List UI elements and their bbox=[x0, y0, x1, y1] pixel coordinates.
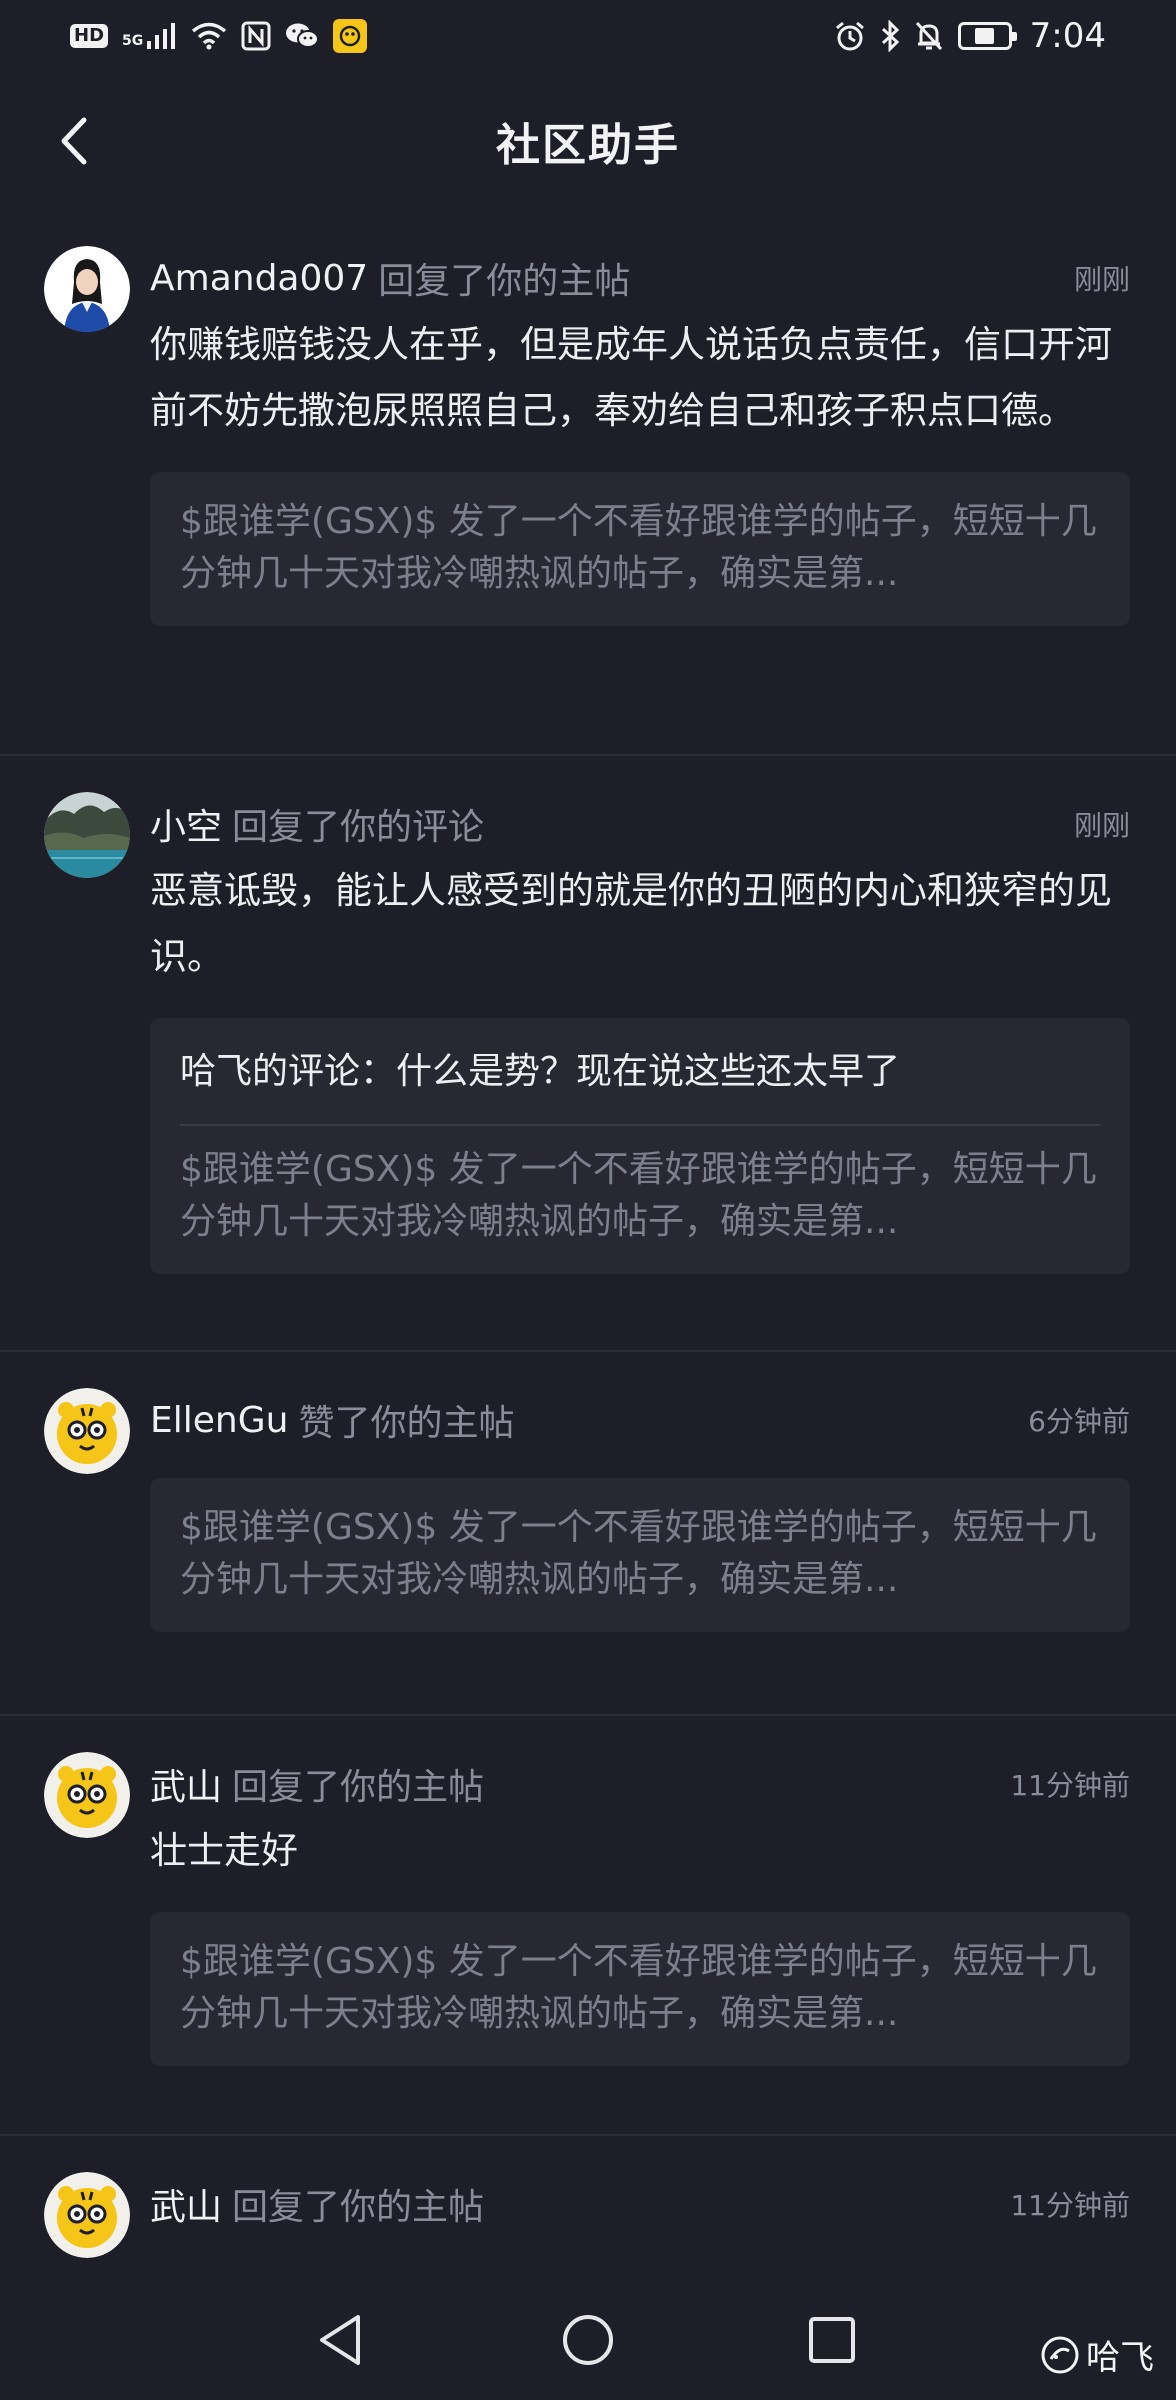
timestamp: 11分钟前 bbox=[1010, 1769, 1130, 1802]
alarm-icon bbox=[834, 20, 866, 52]
quoted-post-text: $跟谁学(GSX)$ 发了一个不看好跟谁学的帖子，短短十几分钟几十天对我冷嘲热讽… bbox=[180, 1941, 1097, 2034]
quoted-post[interactable]: $跟谁学(GSX)$ 发了一个不看好跟谁学的帖子，短短十几分钟几十天对我冷嘲热讽… bbox=[150, 1912, 1130, 2066]
battery-level-fill bbox=[975, 28, 995, 44]
wechat-icon bbox=[285, 22, 320, 50]
quoted-post[interactable]: 哈飞的评论：什么是势？现在说这些还太早了 $跟谁学(GSX)$ 发了一个不看好跟… bbox=[150, 1018, 1130, 1274]
nav-recents-button[interactable] bbox=[792, 2300, 872, 2380]
reply-text: 壮士走好 bbox=[150, 1829, 298, 1872]
status-bar-right: 7:04 bbox=[834, 16, 1106, 56]
quoted-post-text: $跟谁学(GSX)$ 发了一个不看好跟谁学的帖子，短短十几分钟几十天对我冷嘲热讽… bbox=[180, 501, 1097, 594]
reply-text: 你赚钱赔钱没人在乎，但是成年人说话负点责任，信口开河前不妨先撒泡尿照照自己，奉劝… bbox=[150, 323, 1112, 432]
square-recents-icon bbox=[809, 2317, 855, 2363]
app-screen: HD 5G 7:04 社区助手 Amanda007 回复了你的主帖 刚刚 你赚钱… bbox=[0, 0, 1176, 2400]
notification-item[interactable]: Amanda007 回复了你的主帖 刚刚 你赚钱赔钱没人在乎，但是成年人说话负点… bbox=[0, 210, 1176, 756]
quoted-comment-text: 哈飞的评论：什么是势？现在说这些还太早了 bbox=[180, 1042, 1100, 1126]
user-name[interactable]: Amanda007 bbox=[150, 258, 368, 299]
nfc-icon bbox=[241, 21, 271, 51]
action-text: 回复了你的主帖 bbox=[232, 2187, 485, 2228]
battery-icon bbox=[957, 22, 1017, 50]
notification-item[interactable]: 武山 回复了你的主帖 11分钟前 壮士走好 $跟谁学(GSX)$ 发了一个不看好… bbox=[0, 1716, 1176, 2136]
avatar[interactable] bbox=[44, 792, 130, 878]
action-text: 赞了你的主帖 bbox=[298, 1403, 515, 1444]
notification-item[interactable]: 武山 回复了你的主帖 11分钟前 bbox=[0, 2136, 1176, 2276]
reply-text: 恶意诋毁，能让人感受到的就是你的丑陋的内心和狭窄的见识。 bbox=[150, 869, 1112, 978]
notification-header: 武山 回复了你的主帖 11分钟前 bbox=[150, 1754, 1130, 1814]
bluetooth-icon bbox=[880, 20, 900, 52]
triangle-back-icon bbox=[320, 2315, 360, 2365]
notification-header: Amanda007 回复了你的主帖 刚刚 bbox=[150, 248, 1130, 308]
notification-header: EllenGu 赞了你的主帖 6分钟前 bbox=[150, 1390, 1130, 1450]
user-name[interactable]: 武山 bbox=[150, 2178, 222, 2230]
system-nav-bar bbox=[0, 2276, 1176, 2400]
notification-list[interactable]: Amanda007 回复了你的主帖 刚刚 你赚钱赔钱没人在乎，但是成年人说话负点… bbox=[0, 210, 1176, 2276]
timestamp: 11分钟前 bbox=[1010, 2189, 1130, 2222]
network-type-label: 5G bbox=[122, 33, 144, 49]
status-time: 7:04 bbox=[1029, 16, 1106, 56]
circle-home-icon bbox=[563, 2315, 613, 2365]
status-bar: HD 5G 7:04 bbox=[0, 0, 1176, 72]
title-bar: 社区助手 bbox=[0, 72, 1176, 210]
back-button[interactable] bbox=[44, 106, 104, 176]
timestamp: 刚刚 bbox=[1073, 809, 1130, 842]
avatar[interactable] bbox=[44, 246, 130, 332]
avatar[interactable] bbox=[44, 1388, 130, 1474]
avatar[interactable] bbox=[44, 2172, 130, 2258]
notification-item[interactable]: EllenGu 赞了你的主帖 6分钟前 $跟谁学(GSX)$ 发了一个不看好跟谁… bbox=[0, 1352, 1176, 1716]
app-notification-icon bbox=[333, 19, 368, 53]
action-text: 回复了你的评论 bbox=[232, 807, 485, 848]
timestamp: 6分钟前 bbox=[1028, 1405, 1130, 1438]
timestamp: 刚刚 bbox=[1073, 263, 1130, 296]
notification-item[interactable]: 小空 回复了你的评论 刚刚 恶意诋毁，能让人感受到的就是你的丑陋的内心和狭窄的见… bbox=[0, 756, 1176, 1352]
avatar[interactable] bbox=[44, 1752, 130, 1838]
notification-header: 小空 回复了你的评论 刚刚 bbox=[150, 794, 1130, 854]
action-text: 回复了你的主帖 bbox=[232, 1767, 485, 1808]
quoted-post[interactable]: $跟谁学(GSX)$ 发了一个不看好跟谁学的帖子，短短十几分钟几十天对我冷嘲热讽… bbox=[150, 472, 1130, 626]
user-name[interactable]: 武山 bbox=[150, 1758, 222, 1810]
watermark: 哈飞 bbox=[1040, 2330, 1154, 2379]
notification-header: 武山 回复了你的主帖 11分钟前 bbox=[150, 2174, 1130, 2234]
nav-back-button[interactable] bbox=[300, 2300, 380, 2380]
signal-icon bbox=[147, 23, 177, 49]
quoted-post-text: $跟谁学(GSX)$ 发了一个不看好跟谁学的帖子，短短十几分钟几十天对我冷嘲热讽… bbox=[180, 1507, 1097, 1600]
mute-icon bbox=[914, 20, 944, 52]
quoted-post-text: $跟谁学(GSX)$ 发了一个不看好跟谁学的帖子，短短十几分钟几十天对我冷嘲热讽… bbox=[180, 1149, 1097, 1242]
quoted-post[interactable]: $跟谁学(GSX)$ 发了一个不看好跟谁学的帖子，短短十几分钟几十天对我冷嘲热讽… bbox=[150, 1478, 1130, 1632]
user-name[interactable]: EllenGu bbox=[150, 1400, 288, 1441]
wifi-icon bbox=[191, 22, 227, 50]
chevron-left-icon bbox=[61, 117, 87, 165]
watermark-text: 哈飞 bbox=[1086, 2338, 1154, 2378]
user-name[interactable]: 小空 bbox=[150, 798, 222, 850]
hd-icon: HD bbox=[70, 24, 109, 48]
page-title: 社区助手 bbox=[496, 120, 680, 171]
watermark-logo-icon bbox=[1041, 2336, 1079, 2373]
status-bar-left: HD 5G bbox=[70, 19, 368, 53]
nav-home-button[interactable] bbox=[548, 2300, 628, 2380]
action-text: 回复了你的主帖 bbox=[378, 261, 631, 302]
